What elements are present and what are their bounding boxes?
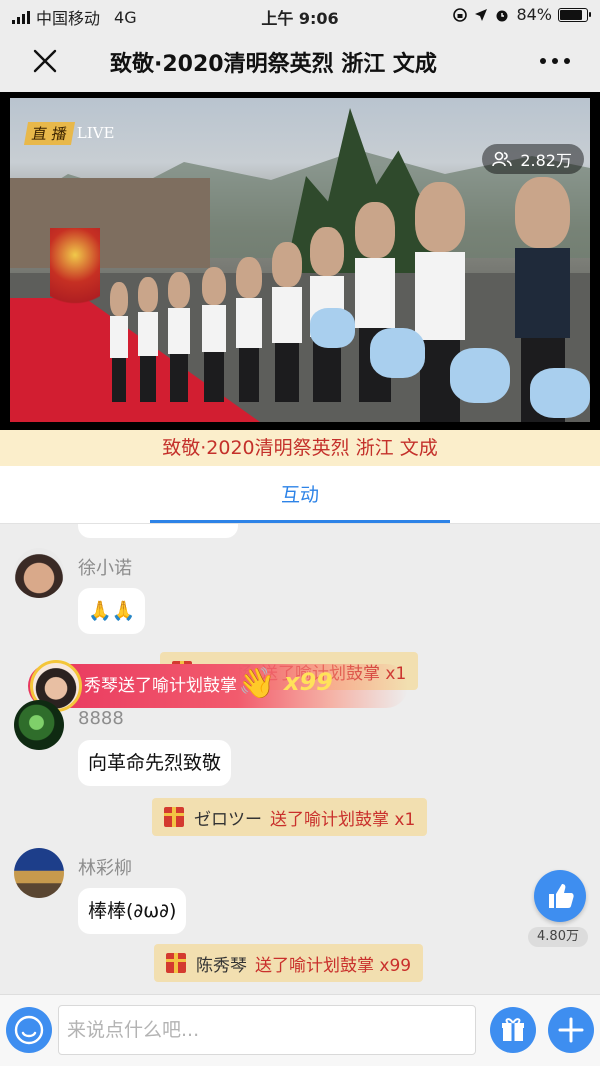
viewer-count-value: 2.82万 [520, 151, 572, 170]
live-badge-en: LIVE [76, 124, 115, 142]
location-icon [475, 8, 488, 21]
bottom-bar [0, 994, 600, 1066]
viewer-count[interactable]: 2.82万 [482, 144, 584, 174]
emoji-button[interactable] [6, 1007, 52, 1053]
avatar[interactable] [14, 848, 64, 898]
clap-hand-icon: 👋 [238, 666, 276, 701]
gift-icon [164, 807, 184, 827]
gift-box-icon [502, 1018, 524, 1041]
battery-icon [558, 7, 591, 22]
alarm-icon [496, 10, 508, 21]
more-icon[interactable] [540, 58, 570, 64]
close-icon[interactable] [32, 48, 58, 74]
comment-input[interactable] [58, 1005, 476, 1055]
gift-action: 送了喻计划鼓掌 x99 [255, 955, 412, 976]
live-title-banner: 致敬·2020清明祭英烈 浙江 文成 [0, 430, 600, 466]
gift-sender: 陈秀琴 [196, 955, 247, 976]
plus-icon [558, 1017, 584, 1043]
message-bubble: 向革命先烈致敬 [78, 740, 232, 786]
like-button[interactable] [534, 870, 586, 922]
page-title: 致敬·2020清明祭英烈 浙江 文成 [110, 52, 437, 77]
smiley-icon [14, 1015, 44, 1045]
battery-percent: 84% [516, 5, 552, 24]
gift-notice: 陈秀琴 送了喻计划鼓掌 x99 [154, 944, 424, 982]
chat-list[interactable]: 徐小诺 🙏🙏 蔡杨杨 送了喻计划鼓掌 x1 秀琴送了喻计划鼓掌 👋 x99 88… [0, 524, 600, 994]
battery-fill [560, 9, 582, 20]
gift-popup: 秀琴送了喻计划鼓掌 👋 x99 [28, 660, 408, 712]
people-icon [492, 151, 513, 167]
tab-bar: 互动 [0, 466, 600, 524]
avatar[interactable] [14, 548, 64, 598]
popup-text: 秀琴送了喻计划鼓掌 [84, 676, 237, 696]
add-button[interactable] [548, 1007, 594, 1053]
avatar[interactable] [14, 700, 64, 750]
gift-notice: ゼロツー 送了喻计划鼓掌 x1 [152, 798, 428, 836]
status-right: 84% [452, 5, 591, 24]
tab-underline [150, 520, 450, 523]
lock-rotation-icon [453, 7, 468, 22]
message-bubble: 🙏🙏 [78, 588, 146, 634]
live-badge: 直 播 LIVE [23, 121, 115, 145]
username: 徐小诺 [78, 558, 132, 579]
like-count: 4.80万 [528, 927, 588, 947]
gift-icon [166, 953, 186, 973]
live-badge-cn: 直 播 [23, 121, 75, 145]
popup-count: x99 [284, 668, 333, 696]
username: 林彩柳 [78, 858, 132, 879]
gift-action: 送了喻计划鼓掌 x1 [270, 809, 416, 830]
gift-button[interactable] [490, 1007, 536, 1053]
message-bubble-partial [78, 524, 238, 538]
thumbs-up-icon [549, 884, 574, 908]
username: 8888 [78, 708, 124, 729]
message-bubble: 棒棒(∂ω∂) [78, 888, 187, 934]
tab-interaction[interactable]: 互动 [150, 466, 450, 524]
nav-bar: 致敬·2020清明祭英烈 浙江 文成 [0, 30, 600, 92]
gift-sender: ゼロツー [194, 809, 262, 830]
status-bar: 中国移动 4G 上午 9:06 84% [0, 0, 600, 30]
